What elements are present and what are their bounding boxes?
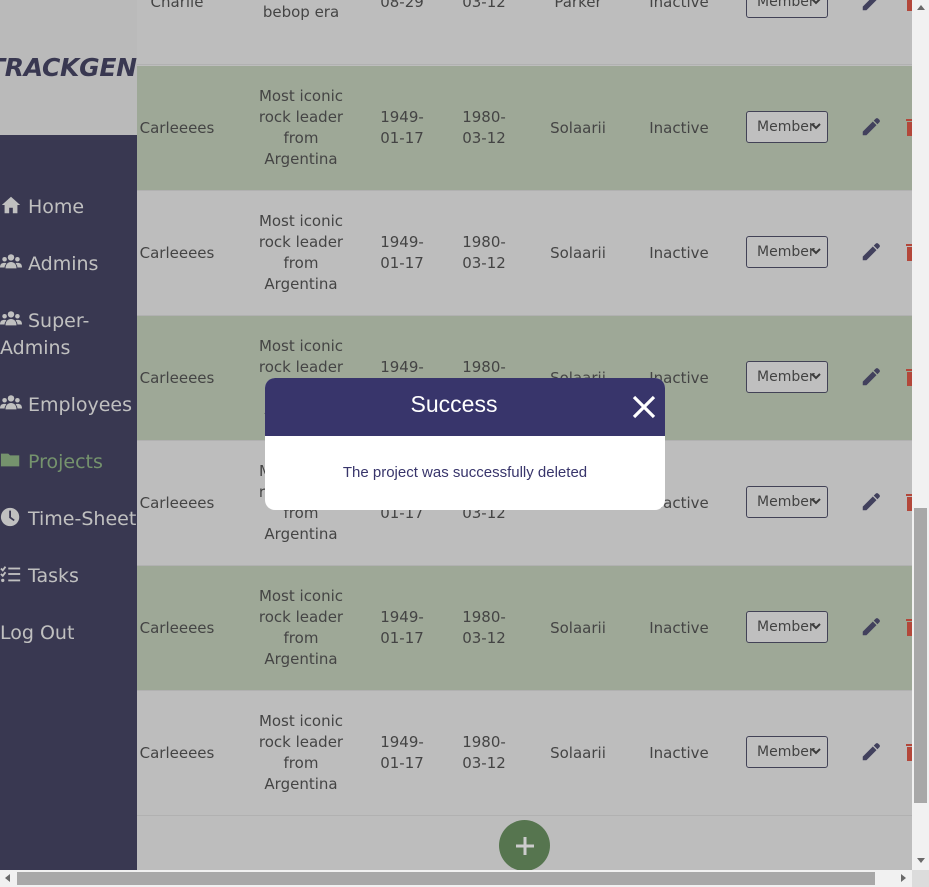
close-icon[interactable] xyxy=(629,392,659,422)
vertical-scroll-thumb[interactable] xyxy=(914,508,927,803)
modal-header: Success xyxy=(265,378,665,436)
modal-message: The project was successfully deleted xyxy=(342,464,588,481)
scroll-up-arrow[interactable] xyxy=(917,5,925,10)
scroll-down-arrow[interactable] xyxy=(917,858,925,863)
horizontal-scroll-thumb[interactable] xyxy=(17,872,875,885)
success-modal: Success The project was successfully del… xyxy=(265,378,665,510)
scrollbar-corner xyxy=(912,870,929,887)
scroll-left-arrow[interactable] xyxy=(5,874,10,882)
horizontal-scrollbar[interactable] xyxy=(0,870,912,887)
modal-title: Success xyxy=(410,391,498,417)
scroll-right-arrow[interactable] xyxy=(901,874,906,882)
vertical-scrollbar[interactable] xyxy=(912,0,929,870)
